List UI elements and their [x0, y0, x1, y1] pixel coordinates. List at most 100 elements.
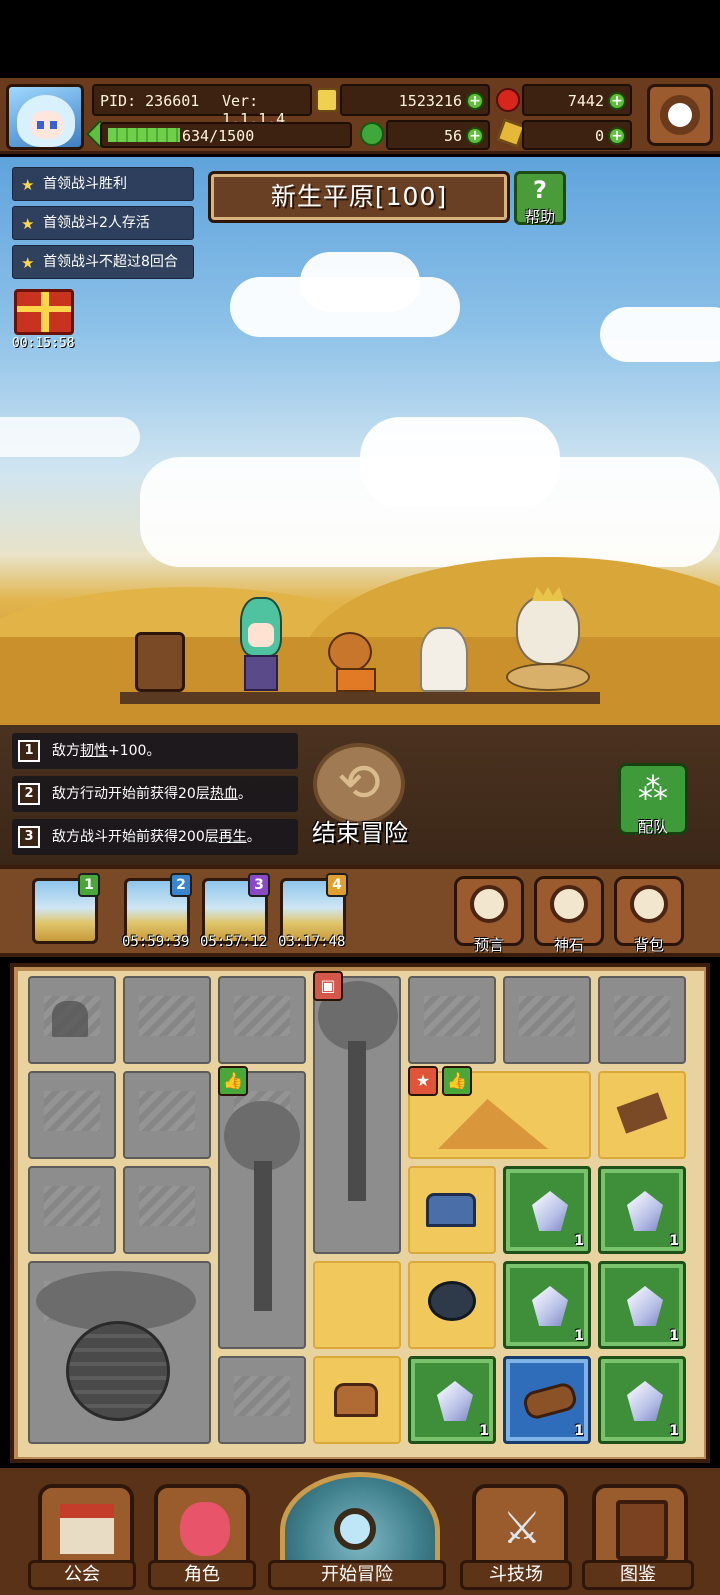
book-icon [616, 1500, 668, 1560]
card-timer: 03:17:48 [278, 934, 346, 950]
settings-button[interactable] [647, 84, 713, 146]
nav-character-label: 角色 [148, 1560, 256, 1590]
add-gold-icon[interactable]: + [466, 92, 484, 110]
battle-platform [120, 692, 600, 704]
pot-icon [66, 1321, 170, 1421]
question-icon: ? [533, 176, 547, 204]
backpack-icon [630, 885, 668, 923]
unexplored-tile[interactable] [503, 976, 591, 1064]
monkey-sprite[interactable] [320, 632, 390, 692]
crystal-tile[interactable]: 1 [598, 1166, 686, 1254]
card-badge: 2 [170, 873, 192, 897]
exp-bar-fill [108, 128, 180, 142]
effect-keyword[interactable]: 韧性 [80, 743, 108, 759]
cloud [0, 417, 140, 457]
gem-amount: 7442 [567, 92, 604, 110]
card-badge: 4 [326, 873, 348, 897]
effect-suffix: 。 [237, 786, 252, 802]
character-face-icon [180, 1502, 230, 1556]
crystal-tile[interactable]: 1 [503, 1261, 591, 1349]
clover-amount: 56 [443, 127, 462, 145]
star-icon: ★ [21, 254, 35, 272]
wood-log-tile[interactable]: 1 [503, 1356, 591, 1444]
thumbs-up-icon: 👍 [442, 1066, 472, 1096]
prophecy-label: 预言 [473, 936, 504, 954]
treasure-chest-icon [334, 1383, 378, 1417]
item-count: 1 [479, 1423, 489, 1439]
player-avatar[interactable] [6, 84, 84, 150]
quest-item: ★ 首领战斗不超过8回合 [12, 245, 194, 279]
unexplored-tile[interactable] [123, 976, 211, 1064]
unexplored-tile[interactable] [218, 976, 306, 1064]
sand-tile[interactable] [313, 1261, 401, 1349]
gold-amount: 1523216 [398, 92, 462, 110]
card-timer: 05:57:12 [200, 934, 268, 950]
crystal-icon [532, 1286, 568, 1326]
crystal-tile[interactable]: 1 [598, 1261, 686, 1349]
team-label: 配队 [637, 818, 668, 836]
star-badge-icon: ★ [408, 1066, 438, 1096]
card-row [0, 865, 720, 957]
item-count: 1 [574, 1233, 584, 1249]
effect-keyword[interactable]: 再生 [219, 829, 247, 845]
crystal-tile[interactable]: 1 [503, 1166, 591, 1254]
hero-sprite-green-hair[interactable] [236, 597, 286, 692]
boss-sprite-queen[interactable] [506, 585, 590, 693]
stone-icon [550, 885, 588, 923]
magnifier-icon [334, 1508, 376, 1550]
key-amount: 0 [594, 127, 604, 145]
unexplored-tile[interactable] [218, 1356, 306, 1444]
map-grid: ▣ 👍 ★ 👍 1 1 1 1 1 1 1 [18, 971, 704, 1457]
end-adventure-label: 结束冒险 [312, 819, 408, 847]
unexplored-tile[interactable] [123, 1166, 211, 1254]
unexplored-tile[interactable] [598, 976, 686, 1064]
nav-arena-label: 斗技场 [460, 1560, 572, 1590]
cloud [600, 307, 720, 362]
gold-coin-icon [316, 88, 338, 112]
item-count: 1 [669, 1423, 679, 1439]
crystal-tile[interactable]: 1 [598, 1356, 686, 1444]
door-icon [52, 1001, 88, 1037]
return-arrow-icon: ⟲ [337, 753, 381, 813]
item-count: 1 [574, 1423, 584, 1439]
chest-icon [426, 1193, 476, 1227]
unexplored-tile[interactable] [28, 1071, 116, 1159]
log-icon [521, 1380, 579, 1422]
divine-stone-label: 神石 [553, 936, 584, 954]
crossed-swords-icon: ⚔ [502, 1503, 542, 1554]
gift-box-icon[interactable] [14, 289, 74, 335]
red-gem-icon [496, 88, 520, 112]
effect-keyword[interactable]: 热血 [210, 786, 238, 802]
gem-panel: 7442 + [522, 84, 632, 116]
tree-trunk [348, 1041, 366, 1201]
quest-label: 首领战斗胜利 [43, 176, 127, 192]
quest-item: ★ 首领战斗胜利 [12, 167, 194, 201]
effect-suffix: +100。 [108, 743, 161, 759]
crystal-tile[interactable]: 1 [408, 1356, 496, 1444]
effect-suffix: 。 [246, 829, 261, 845]
crystal-icon [627, 1191, 663, 1231]
unexplored-tile[interactable] [28, 1166, 116, 1254]
effect-prefix: 敌方行动开始前获得20层 [52, 786, 210, 802]
add-clover-icon[interactable]: + [466, 127, 484, 145]
quest-label: 首领战斗不超过8回合 [43, 254, 178, 270]
cloud [300, 252, 420, 312]
barrel-sprite [135, 632, 185, 692]
top-hud: PID: 236601 Ver: 1.1.1.4 1523216 + 7442 … [0, 78, 720, 154]
nav-codex-label: 图鉴 [582, 1560, 694, 1590]
add-key-icon[interactable]: + [608, 127, 626, 145]
unexplored-tile[interactable] [123, 1071, 211, 1159]
crystal-icon [437, 1381, 473, 1421]
guild-building-icon [60, 1504, 114, 1554]
battle-scene [0, 157, 720, 725]
backpack-label: 背包 [633, 936, 664, 954]
key-panel: 0 + [522, 120, 632, 150]
cloud [360, 417, 560, 507]
unexplored-tile[interactable] [408, 976, 496, 1064]
locked-badge-icon: ▣ [313, 971, 343, 1001]
nav-guild-label: 公会 [28, 1560, 136, 1590]
white-cat-sprite[interactable] [420, 627, 468, 692]
status-bar [0, 0, 720, 78]
player-info-panel: PID: 236601 Ver: 1.1.1.4 [92, 84, 312, 128]
add-gem-icon[interactable]: + [608, 92, 626, 110]
